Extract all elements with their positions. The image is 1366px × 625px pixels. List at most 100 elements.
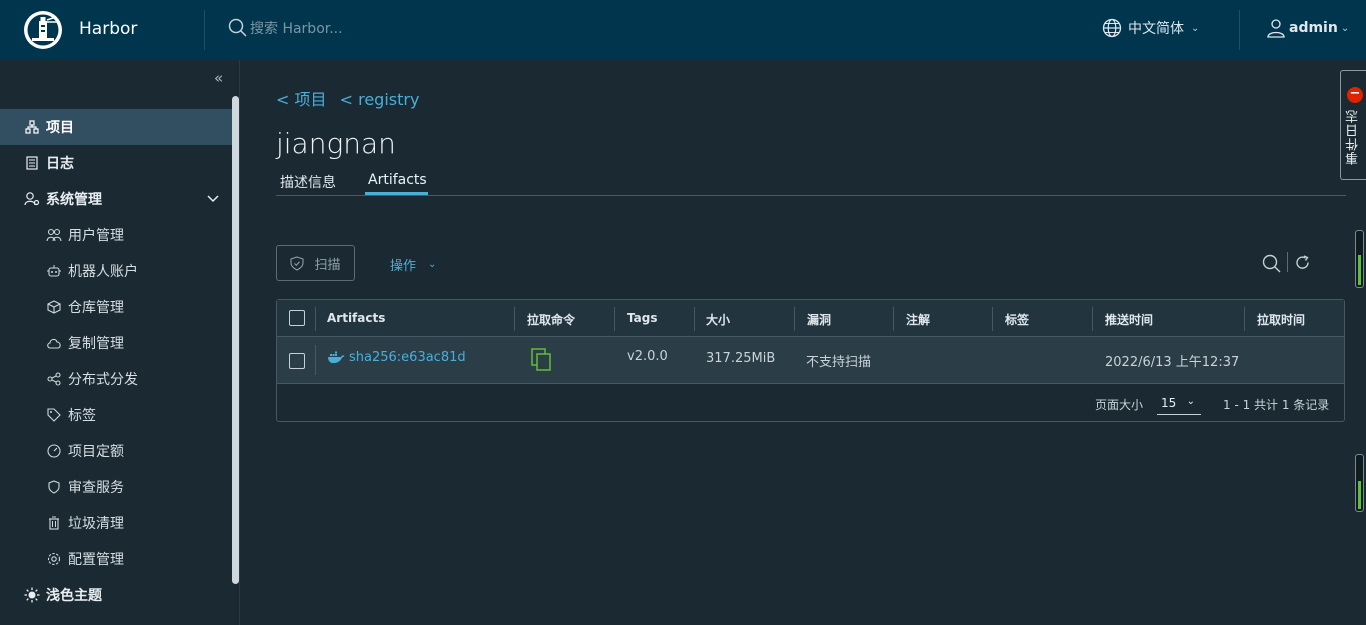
sidebar-item-distributions[interactable]: 分布式分发: [0, 361, 232, 397]
sidebar-item-gc[interactable]: 垃圾清理: [0, 505, 232, 541]
sidebar-item-labels[interactable]: 标签: [0, 397, 232, 433]
page-size-select[interactable]: 15 ⌄: [1157, 391, 1201, 415]
breadcrumb-registry-link[interactable]: < registry: [340, 90, 420, 109]
theme-toggle[interactable]: 浅色主题: [0, 577, 232, 613]
column-separator: [315, 307, 316, 331]
sidebar-item-label: 仓库管理: [68, 300, 124, 316]
breadcrumb-projects-link[interactable]: < 项目: [276, 90, 327, 109]
sidebar-item-logs[interactable]: 日志: [0, 145, 232, 181]
page-size-value: 15: [1161, 396, 1177, 410]
copy-icon[interactable]: [531, 348, 551, 371]
search-input[interactable]: 搜索 Harbor...: [250, 18, 343, 38]
column-header-annotations[interactable]: 注解: [906, 311, 930, 328]
chevron-down-icon: ⌄: [1191, 22, 1200, 34]
column-separator: [614, 307, 615, 331]
robot-icon: [46, 263, 62, 279]
chevron-down-icon[interactable]: [207, 192, 219, 204]
projects-icon: [24, 119, 40, 135]
sidebar-scrollbar[interactable]: [232, 96, 239, 584]
sidebar-item-config[interactable]: 配置管理: [0, 541, 232, 577]
tags-cell: v2.0.0: [627, 349, 668, 364]
language-selector[interactable]: 中文简体 ⌄: [1102, 18, 1199, 38]
log-icon: [24, 155, 40, 171]
refresh-icon[interactable]: [1294, 254, 1311, 271]
top-header: Harbor 搜索 Harbor... 中文简体 ⌄ admin ⌄: [0, 0, 1366, 60]
sidebar-item-interrogation[interactable]: 审查服务: [0, 469, 232, 505]
quota-icon: [46, 443, 62, 459]
column-separator: [1092, 307, 1093, 331]
sidebar-item-label: 项目: [46, 120, 74, 136]
page-size-label: 页面大小: [1095, 398, 1144, 412]
column-header-size[interactable]: 大小: [706, 311, 730, 328]
sidebar-item-quotas[interactable]: 项目定额: [0, 433, 232, 469]
scan-label: 扫描: [314, 257, 341, 273]
chevron-down-icon: ⌄: [1340, 22, 1350, 34]
breadcrumb: < 项目 < registry: [276, 86, 427, 110]
share-icon: [46, 371, 62, 387]
users-icon: [46, 227, 62, 243]
column-header-pull-time[interactable]: 拉取时间: [1257, 311, 1305, 328]
table-footer: 页面大小 15 ⌄ 1 - 1 共计 1 条记录: [277, 385, 1344, 421]
column-header-labels[interactable]: 标签: [1005, 311, 1029, 328]
column-header-tags[interactable]: Tags: [627, 311, 657, 325]
registry-icon: [46, 299, 62, 315]
sidebar-item-label: 项目定额: [68, 444, 124, 460]
sidebar-item-replications[interactable]: 复制管理: [0, 325, 232, 361]
language-label: 中文简体: [1128, 21, 1184, 37]
trash-icon: [46, 515, 62, 531]
event-badge: −: [1347, 87, 1363, 103]
sidebar-item-label: 系统管理: [46, 192, 102, 208]
docker-icon: [328, 351, 345, 364]
row-separator: [315, 345, 316, 375]
globe-icon: [1102, 18, 1122, 38]
select-all-checkbox[interactable]: [289, 310, 305, 326]
sidebar-item-users[interactable]: 用户管理: [0, 217, 232, 253]
tag-icon: [46, 407, 62, 423]
table-row[interactable]: sha256:e63ac81d v2.0.0 317.25MiB 不支持扫描 2…: [277, 337, 1344, 384]
event-log-tab[interactable]: − 事件日志: [1340, 70, 1366, 180]
artifacts-table: Artifacts 拉取命令 Tags 大小 漏洞 注解 标签 推送时间 拉取时…: [276, 299, 1345, 422]
row-checkbox[interactable]: [289, 353, 305, 369]
user-icon: [1267, 19, 1285, 38]
user-menu[interactable]: admin ⌄: [1266, 18, 1349, 38]
header-divider-right: [1239, 10, 1240, 50]
sidebar-item-label: 垃圾清理: [68, 516, 124, 532]
column-header-artifacts[interactable]: Artifacts: [327, 311, 385, 325]
search-icon[interactable]: [1262, 254, 1281, 273]
sidebar-item-label: 标签: [68, 408, 96, 424]
sidebar-item-robots[interactable]: 机器人账户: [0, 253, 232, 289]
username: admin: [1289, 20, 1338, 36]
tab-artifacts[interactable]: Artifacts: [368, 172, 427, 188]
column-header-pull-command[interactable]: 拉取命令: [527, 311, 575, 328]
sidebar-item-projects[interactable]: 项目: [0, 109, 232, 145]
status-meter: [1355, 454, 1364, 512]
tab-bar: 描述信息 Artifacts: [276, 166, 1346, 196]
column-separator: [893, 307, 894, 331]
status-meter: [1355, 230, 1364, 288]
global-search[interactable]: 搜索 Harbor...: [228, 18, 343, 38]
sidebar-item-registries[interactable]: 仓库管理: [0, 289, 232, 325]
column-header-push-time[interactable]: 推送时间: [1105, 311, 1153, 328]
sidebar-item-label: 配置管理: [68, 552, 124, 568]
toolbar-separator: [1287, 252, 1288, 272]
search-icon: [228, 18, 247, 37]
sidebar-item-label: 机器人账户: [68, 264, 138, 280]
pagination-total: 1 - 1 共计 1 条记录: [1223, 398, 1330, 412]
brand-name[interactable]: Harbor: [79, 19, 137, 39]
admin-icon: [24, 191, 40, 207]
size-cell: 317.25MiB: [706, 351, 776, 366]
shield-check-icon: [290, 255, 305, 271]
scan-button[interactable]: 扫描: [276, 245, 355, 281]
tab-summary[interactable]: 描述信息: [280, 172, 336, 192]
column-header-vulnerabilities[interactable]: 漏洞: [807, 311, 831, 328]
sidebar-item-label: 日志: [46, 156, 74, 172]
artifact-cell[interactable]: sha256:e63ac81d: [327, 350, 466, 365]
artifact-digest-link[interactable]: sha256:e63ac81d: [349, 350, 466, 365]
sun-icon: [24, 587, 40, 603]
event-log-label: 事件日志: [1346, 109, 1361, 165]
replication-icon: [46, 335, 62, 351]
sidebar-item-admin[interactable]: 系统管理: [0, 181, 232, 217]
harbor-logo-icon[interactable]: [22, 9, 64, 51]
collapse-sidebar-icon[interactable]: «: [214, 69, 223, 87]
actions-dropdown[interactable]: 操作 ⌄: [390, 255, 436, 274]
